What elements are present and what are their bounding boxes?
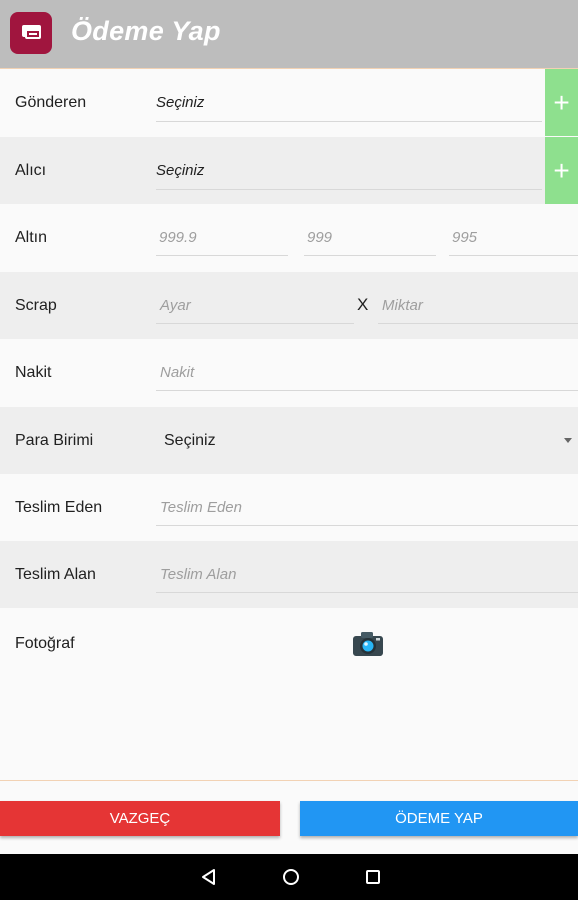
scrap-label: Scrap bbox=[15, 297, 57, 314]
currency-select[interactable]: Seçiniz bbox=[164, 407, 216, 474]
gold-995-input[interactable]: 995 bbox=[449, 218, 578, 256]
cash-label: Nakit bbox=[15, 364, 52, 381]
sender-select[interactable]: Seçiniz bbox=[156, 83, 542, 122]
received-by-label: Teslim Alan bbox=[15, 566, 96, 583]
recents-icon[interactable] bbox=[363, 867, 383, 887]
delivered-by-label: Teslim Eden bbox=[15, 499, 103, 516]
cash-input[interactable]: Nakit bbox=[156, 353, 578, 391]
divider bbox=[0, 780, 578, 781]
currency-label: Para Birimi bbox=[15, 432, 94, 449]
home-icon[interactable] bbox=[281, 867, 301, 887]
wallet-card-icon bbox=[10, 12, 52, 54]
gold-label: Altın bbox=[15, 229, 48, 246]
cash-row: Nakit Nakit bbox=[0, 339, 578, 406]
received-by-input[interactable]: Teslim Alan bbox=[156, 555, 578, 593]
scrap-row: Scrap Ayar X Miktar bbox=[0, 272, 578, 339]
delivered-by-input[interactable]: Teslim Eden bbox=[156, 488, 578, 526]
cancel-button[interactable]: VAZGEÇ bbox=[0, 801, 280, 836]
multiply-sign: X bbox=[357, 295, 369, 314]
receiver-select[interactable]: Seçiniz bbox=[156, 151, 542, 190]
purity-input[interactable]: Ayar bbox=[156, 286, 354, 324]
receiver-label: Alıcı bbox=[15, 162, 47, 179]
received-by-row: Teslim Alan Teslim Alan bbox=[0, 541, 578, 608]
camera-icon[interactable] bbox=[352, 630, 384, 658]
sender-row: Gönderen Seçiniz + bbox=[0, 69, 578, 136]
dropdown-caret-icon[interactable] bbox=[564, 438, 572, 443]
page-title: Ödeme Yap bbox=[71, 16, 221, 46]
add-receiver-button[interactable]: + bbox=[545, 137, 578, 204]
photo-row: Fotoğraf bbox=[0, 610, 578, 780]
system-nav-bar bbox=[0, 854, 578, 900]
app-bar: Ödeme Yap bbox=[0, 0, 578, 69]
gold-9999-input[interactable]: 999.9 bbox=[156, 218, 288, 256]
sender-label: Gönderen bbox=[15, 94, 87, 111]
add-sender-button[interactable]: + bbox=[545, 69, 578, 136]
pay-button[interactable]: ÖDEME YAP bbox=[300, 801, 578, 836]
delivered-by-row: Teslim Eden Teslim Eden bbox=[0, 474, 578, 541]
gold-row: Altın 999.9 999 995 bbox=[0, 204, 578, 271]
currency-row: Para Birimi Seçiniz bbox=[0, 407, 578, 474]
receiver-row: Alıcı Seçiniz + bbox=[0, 137, 578, 204]
back-icon[interactable] bbox=[199, 867, 219, 887]
photo-label: Fotoğraf bbox=[15, 635, 75, 652]
gold-999-input[interactable]: 999 bbox=[304, 218, 436, 256]
amount-input[interactable]: Miktar bbox=[378, 286, 578, 324]
